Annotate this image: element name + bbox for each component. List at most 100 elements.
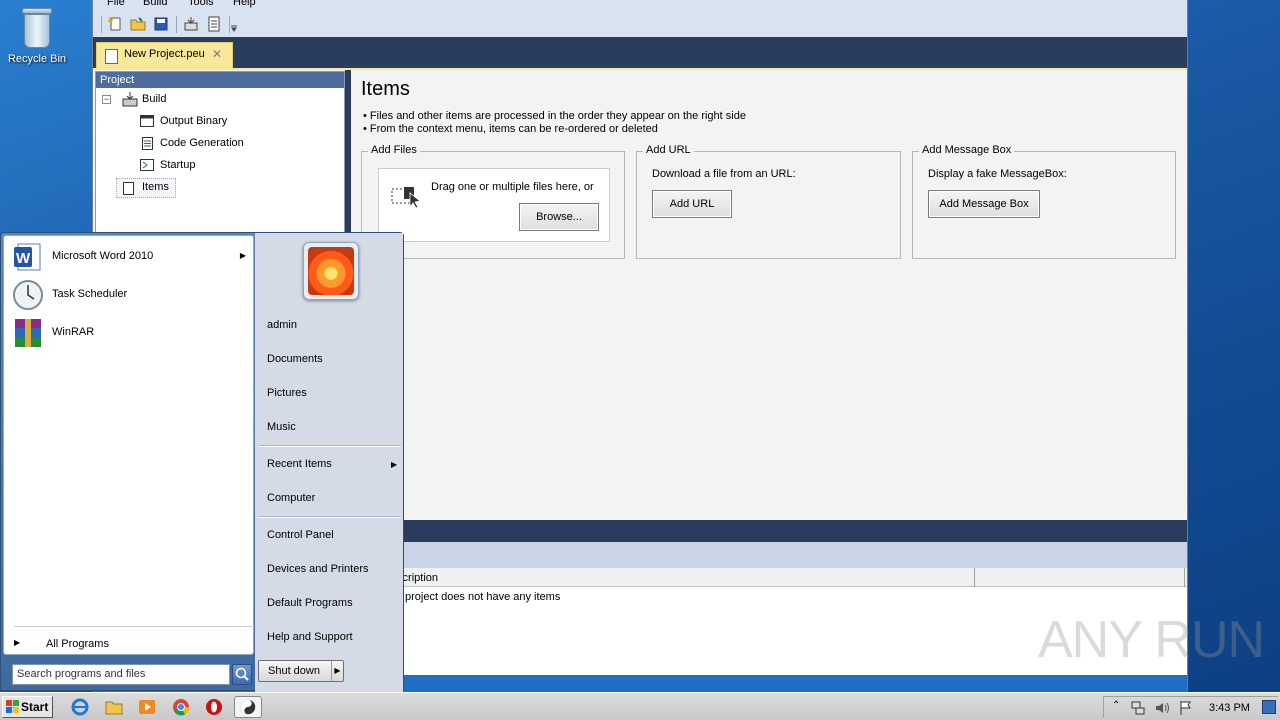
recycle-bin-icon [20,6,54,50]
document-tabstrip: New Project.peu ✕ [93,37,1187,68]
add-url-title: Add URL [643,144,694,156]
add-message-box-title: Add Message Box [919,144,1015,156]
tree-item-startup[interactable]: Startup [96,156,344,174]
svg-text:W: W [16,250,31,267]
anyrun-watermark: ANY RUN [1038,611,1265,669]
place-computer[interactable]: Computer [267,492,315,504]
program-winrar[interactable]: WinRAR [8,315,252,351]
all-programs-button[interactable]: ▶ All Programs [12,636,252,654]
recycle-bin-shortcut[interactable]: Recycle Bin [6,4,68,65]
tree-label-build: Build [142,93,167,105]
menu-tools[interactable]: Tools [188,0,214,8]
clock[interactable]: 3:43 PM [1209,702,1250,714]
menu-file[interactable]: File [107,0,125,8]
menu-help[interactable]: Help [233,0,256,8]
place-pictures[interactable]: Pictures [267,387,307,399]
tree-item-output-binary[interactable]: Output Binary [96,112,344,130]
tree-item-build[interactable]: − Build [96,90,344,108]
shutdown-button[interactable]: Shut down ▶ [258,660,344,682]
document-icon[interactable] [206,16,222,32]
add-url-button[interactable]: Add URL [652,190,732,218]
search-input[interactable]: Search programs and files [12,664,230,685]
clock-icon [13,280,43,310]
place-admin[interactable]: admin [267,319,297,331]
pe-builder-app-icon[interactable] [234,696,262,718]
shutdown-options-arrow-icon[interactable]: ▶ [331,661,343,681]
recycle-bin-label: Recycle Bin [7,53,67,65]
search-icon[interactable] [232,664,252,685]
info-bullet-2: • From the context menu, items can be re… [363,123,658,135]
add-url-text: Download a file from an URL: [652,168,796,180]
page-title: Items [361,78,410,100]
start-menu-programs-pane: W Microsoft Word 2010 ▶ Task Scheduler W… [3,235,254,685]
programs-separator [14,626,254,627]
tree-label-code-generation: Code Generation [160,137,244,149]
opera-icon[interactable] [204,697,224,717]
toolbar-overflow-icon[interactable] [230,24,238,32]
file-explorer-icon[interactable] [104,697,124,717]
chrome-icon[interactable] [171,697,191,717]
shutdown-label: Shut down [268,665,320,677]
submenu-arrow-icon: ▶ [239,251,246,260]
project-file-icon [105,49,118,64]
toolbar [93,12,1187,37]
place-help-support[interactable]: Help and Support [267,631,353,643]
browse-button[interactable]: Browse... [519,203,599,231]
program-task-scheduler[interactable]: Task Scheduler [8,277,252,313]
open-folder-icon[interactable] [130,16,146,32]
place-recent-items[interactable]: Recent Items [267,458,332,470]
tab-label: New Project.peu [124,48,205,60]
close-tab-icon[interactable]: ✕ [212,47,222,61]
build-icon[interactable] [183,16,199,32]
start-button[interactable]: Start [2,696,53,718]
internet-explorer-icon[interactable] [70,697,90,717]
window-icon [140,115,154,127]
info-bullet-1: • Files and other items are processed in… [363,110,746,122]
show-hidden-icons-icon[interactable]: ⌃ [1112,700,1120,711]
add-url-group: Add URL Download a file from an URL: Add… [636,144,901,259]
place-documents[interactable]: Documents [267,353,323,365]
user-picture[interactable] [303,242,359,300]
drag-drop-icon [391,187,421,209]
empty-list-message: The project does not have any items [383,591,561,603]
show-desktop-icon[interactable] [1262,700,1276,714]
add-message-box-group: Add Message Box Display a fake MessageBo… [912,144,1176,259]
start-label: Start [21,700,49,714]
startup-window-icon [140,159,154,171]
items-content: Items • Files and other items are proces… [351,70,1187,518]
project-header: Project [96,72,344,88]
tree-label-items: Items [142,181,169,193]
place-devices-printers[interactable]: Devices and Printers [267,563,369,575]
program-label: WinRAR [52,326,95,338]
tree-item-items[interactable]: Items [116,178,176,198]
collapse-icon[interactable]: − [102,95,111,104]
winrar-icon [15,319,41,347]
all-programs-label: All Programs [46,638,109,650]
all-programs-arrow-icon: ▶ [14,638,21,647]
tree-item-code-generation[interactable]: Code Generation [96,134,344,152]
tree-label-startup: Startup [160,159,196,171]
file-drop-zone[interactable]: Drag one or multiple files here, or Brow… [378,168,610,242]
new-project-icon[interactable] [107,16,123,32]
place-music[interactable]: Music [267,421,296,433]
system-tray: ⌃ 3:43 PM [1103,696,1278,718]
save-icon[interactable] [153,16,169,32]
add-message-box-text: Display a fake MessageBox: [928,168,1067,180]
start-menu-places-pane: admin Documents Pictures Music Recent It… [255,233,403,692]
volume-icon[interactable] [1154,700,1170,716]
taskbar: Start ⌃ 3:43 PM [0,692,1280,720]
drop-zone-text: Drag one or multiple files here, or [431,181,594,193]
network-icon[interactable] [1130,700,1146,716]
places-separator [259,516,401,518]
add-message-box-button[interactable]: Add Message Box [928,190,1040,218]
start-menu: W Microsoft Word 2010 ▶ Task Scheduler W… [0,232,404,692]
place-default-programs[interactable]: Default Programs [267,597,353,609]
tree-label-output-binary: Output Binary [160,115,228,127]
program-microsoft-word[interactable]: W Microsoft Word 2010 ▶ [8,239,252,275]
media-player-icon[interactable] [137,697,157,717]
action-center-flag-icon[interactable] [1178,700,1194,716]
build-icon [122,92,138,107]
menu-build[interactable]: Build [143,0,167,8]
tab-new-project[interactable]: New Project.peu ✕ [96,42,233,68]
place-control-panel[interactable]: Control Panel [267,529,334,541]
